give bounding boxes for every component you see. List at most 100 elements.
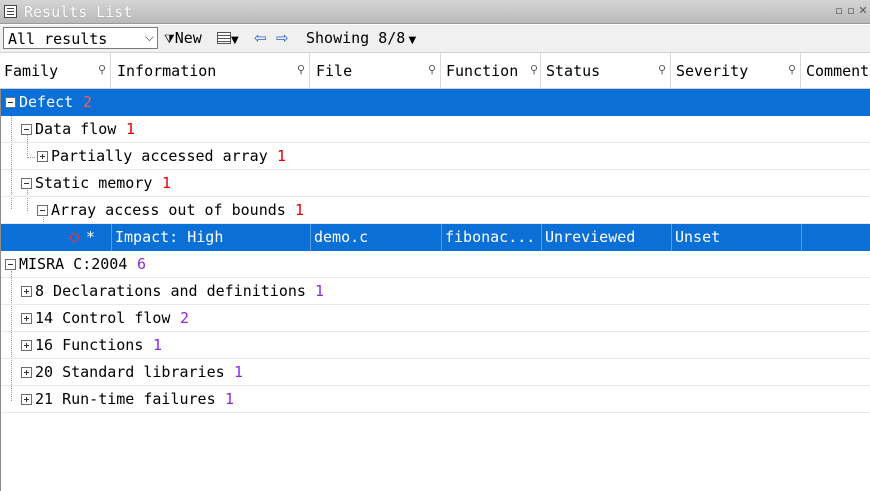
showing-label: Showing 8/8 bbox=[306, 29, 406, 47]
results-filter-value: All results bbox=[8, 30, 108, 48]
tree-node-static-memory[interactable]: Static memory 1 bbox=[1, 170, 870, 197]
expand-icon[interactable] bbox=[21, 313, 32, 324]
expand-icon[interactable] bbox=[21, 367, 32, 378]
showing-dropdown[interactable]: Showing 8/8 ▼ bbox=[306, 27, 416, 49]
collapse-icon[interactable] bbox=[5, 97, 16, 108]
tree-node-misra-group[interactable]: 16 Functions 1 bbox=[1, 332, 870, 359]
collapse-icon[interactable] bbox=[5, 259, 16, 270]
column-header-label: Comment bbox=[806, 62, 870, 80]
tree-node-label: 8 Declarations and definitions bbox=[35, 282, 306, 300]
filter-icon[interactable]: ⚲ bbox=[658, 63, 666, 76]
expand-icon[interactable] bbox=[21, 394, 32, 405]
column-header-label: Severity bbox=[676, 62, 749, 80]
result-cell-function: fibonac... bbox=[442, 224, 542, 251]
new-filter-button[interactable]: ⧩New bbox=[164, 27, 202, 49]
next-arrow-icon[interactable]: ⇨ bbox=[276, 27, 289, 49]
results-toolbar: All results ⌵ ⧩New ▼ ⇦ ⇨ Showing 8/8 ▼ bbox=[0, 25, 870, 53]
tree-node-count: 1 bbox=[315, 282, 325, 300]
result-cell-family: * bbox=[1, 224, 112, 251]
previous-arrow-icon[interactable]: ⇦ bbox=[254, 27, 267, 49]
tree-node-label: Array access out of bounds bbox=[51, 201, 286, 219]
tree-node-misra[interactable]: MISRA C:2004 6 bbox=[1, 251, 870, 278]
tree-node-count: 1 bbox=[234, 363, 244, 381]
tree-node-count: 1 bbox=[225, 390, 235, 408]
result-severity: Unset bbox=[675, 228, 721, 246]
result-file: demo.c bbox=[314, 228, 369, 246]
tree-node-label: 21 Run-time failures bbox=[35, 390, 216, 408]
column-headers: Family ⚲ Information ⚲ File ⚲ Function ⚲ Sta… bbox=[0, 53, 870, 89]
tree-node-array-access-out-of-bounds[interactable]: Array access out of bounds 1 bbox=[1, 197, 870, 224]
expand-icon[interactable] bbox=[21, 340, 32, 351]
tree-node-partially-accessed-array[interactable]: Partially accessed array 1 bbox=[1, 143, 870, 170]
tree-node-count: 1 bbox=[295, 201, 305, 219]
column-chooser-button[interactable]: ▼ bbox=[217, 27, 239, 49]
filter-icon[interactable]: ⚲ bbox=[98, 63, 106, 76]
result-status-circle-icon bbox=[70, 233, 79, 242]
tree-node-label: 20 Standard libraries bbox=[35, 363, 225, 381]
column-header-family[interactable]: Family ⚲ bbox=[0, 53, 111, 89]
tree-node-misra-group[interactable]: 8 Declarations and definitions 1 bbox=[1, 278, 870, 305]
chevron-down-icon: ▼ bbox=[231, 35, 239, 46]
tree-node-misra-group[interactable]: 21 Run-time failures 1 bbox=[1, 386, 870, 413]
column-header-label: Information bbox=[117, 62, 217, 80]
column-header-comment[interactable]: Comment bbox=[801, 53, 870, 89]
tree-node-count: 6 bbox=[137, 255, 147, 273]
collapse-icon[interactable] bbox=[21, 178, 32, 189]
column-header-status[interactable]: Status ⚲ bbox=[541, 53, 671, 89]
tree-node-label: Data flow bbox=[35, 120, 117, 138]
tree-node-count: 2 bbox=[83, 93, 93, 111]
tree-node-count: 1 bbox=[153, 336, 163, 354]
tree-node-label: 14 Control flow bbox=[35, 309, 171, 327]
result-marker: * bbox=[86, 228, 96, 246]
tree-node-count: 1 bbox=[162, 174, 172, 192]
column-header-label: File bbox=[316, 62, 353, 80]
minimize-icon[interactable]: ▫ bbox=[845, 4, 857, 18]
tree-node-label: 16 Functions bbox=[35, 336, 144, 354]
expand-icon[interactable] bbox=[21, 286, 32, 297]
collapse-icon[interactable] bbox=[21, 124, 32, 135]
tree-node-misra-group[interactable]: 20 Standard libraries 1 bbox=[1, 359, 870, 386]
result-cell-severity: Unset bbox=[672, 224, 802, 251]
close-icon[interactable]: ✕ bbox=[857, 4, 869, 18]
result-status: Unreviewed bbox=[545, 228, 636, 246]
tree-node-label: Static memory bbox=[35, 174, 153, 192]
result-row[interactable]: * Impact: High demo.c fibonac... Unrevie… bbox=[1, 224, 870, 251]
tree-node-label: MISRA C:2004 bbox=[19, 255, 128, 273]
chevron-down-icon: ▼ bbox=[405, 35, 417, 46]
tree-node-label: Partially accessed array bbox=[51, 147, 268, 165]
panel-title: Results List bbox=[24, 3, 133, 21]
list-icon bbox=[4, 5, 17, 18]
column-header-function[interactable]: Function ⚲ bbox=[441, 53, 541, 89]
tree-node-count: 2 bbox=[180, 309, 190, 327]
tree-node-defect[interactable]: Defect 2 bbox=[1, 89, 870, 116]
column-header-information[interactable]: Information ⚲ bbox=[111, 53, 310, 89]
filter-icon[interactable]: ⚲ bbox=[788, 63, 796, 76]
tree-node-misra-group[interactable]: 14 Control flow 2 bbox=[1, 305, 870, 332]
tree-node-count: 1 bbox=[126, 120, 136, 138]
results-tree: Defect 2 Data flow 1 Partially accessed … bbox=[0, 89, 870, 491]
funnel-icon: ⧩ bbox=[164, 32, 175, 46]
expand-icon[interactable] bbox=[37, 151, 48, 162]
column-header-severity[interactable]: Severity ⚲ bbox=[671, 53, 801, 89]
tree-node-label: Defect bbox=[19, 93, 74, 111]
column-list-icon bbox=[217, 32, 231, 44]
tree-node-data-flow[interactable]: Data flow 1 bbox=[1, 116, 870, 143]
filter-icon[interactable]: ⚲ bbox=[428, 63, 436, 76]
result-function: fibonac... bbox=[445, 228, 536, 246]
result-information: Impact: High bbox=[115, 228, 224, 246]
panel-titlebar: Results List ▫ ▫ ✕ bbox=[0, 0, 870, 24]
result-cell-file: demo.c bbox=[311, 224, 442, 251]
result-cell-information: Impact: High bbox=[112, 224, 311, 251]
collapse-icon[interactable] bbox=[37, 205, 48, 216]
column-header-label: Family bbox=[4, 62, 59, 80]
filter-icon[interactable]: ⚲ bbox=[297, 63, 305, 76]
chevron-down-icon: ⌵ bbox=[144, 30, 154, 44]
column-header-file[interactable]: File ⚲ bbox=[310, 53, 441, 89]
column-header-label: Status bbox=[546, 62, 601, 80]
restore-icon[interactable]: ▫ bbox=[833, 4, 845, 18]
results-filter-dropdown[interactable]: All results ⌵ bbox=[3, 27, 158, 49]
result-cell-status: Unreviewed bbox=[542, 224, 672, 251]
tree-node-count: 1 bbox=[277, 147, 287, 165]
filter-icon[interactable]: ⚲ bbox=[530, 63, 538, 76]
result-cell-comment bbox=[802, 224, 870, 251]
